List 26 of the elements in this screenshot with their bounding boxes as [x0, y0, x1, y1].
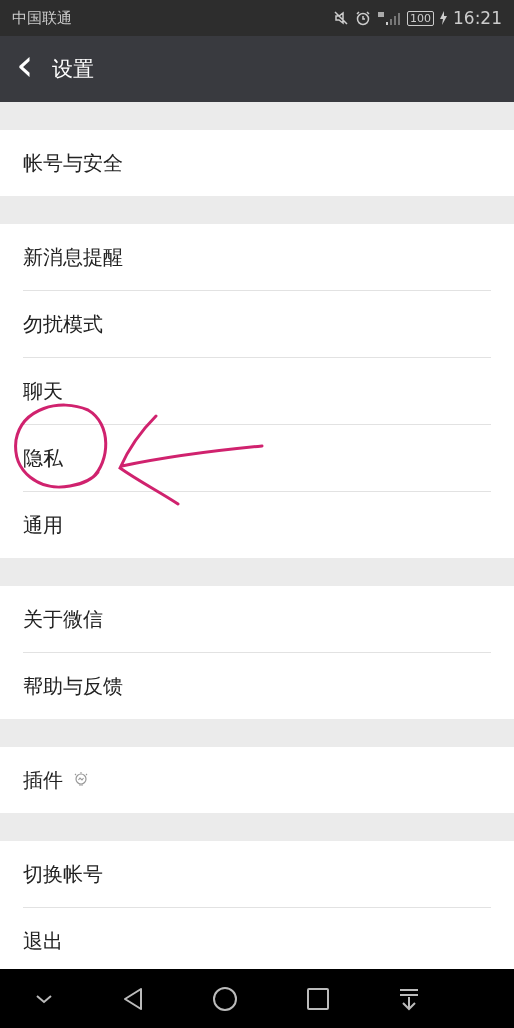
battery-level: 100 — [407, 10, 434, 26]
back-triangle-icon[interactable] — [122, 986, 144, 1011]
settings-item[interactable]: 插件 — [0, 747, 514, 813]
home-circle-icon[interactable] — [212, 985, 238, 1012]
settings-item[interactable]: 帮助与反馈 — [0, 653, 514, 719]
settings-item[interactable]: 通用 — [0, 492, 514, 558]
settings-item[interactable]: 切换帐号 — [0, 841, 514, 907]
alarm-icon — [355, 10, 371, 26]
mute-icon — [333, 10, 349, 26]
back-button[interactable]: ‹ — [0, 45, 44, 93]
charging-icon — [440, 11, 447, 25]
clock-time: 16:21 — [453, 8, 502, 28]
notification-pull-icon[interactable] — [398, 986, 420, 1011]
settings-item[interactable]: 退出 — [0, 908, 514, 969]
chevron-down-icon[interactable] — [34, 992, 54, 1005]
settings-item[interactable]: 关于微信 — [0, 586, 514, 652]
lightbulb-icon — [73, 771, 89, 789]
settings-item[interactable]: 帐号与安全 — [0, 130, 514, 196]
recents-square-icon[interactable] — [306, 986, 330, 1011]
settings-item[interactable]: 聊天 — [0, 358, 514, 424]
settings-item[interactable]: 新消息提醒 — [0, 224, 514, 290]
page-title: 设置 — [51, 56, 94, 83]
signal-icon — [377, 10, 401, 26]
settings-item[interactable]: 勿扰模式 — [0, 291, 514, 357]
settings-item[interactable]: 隐私 — [0, 425, 514, 491]
carrier-name: 中国联通 — [12, 8, 72, 28]
